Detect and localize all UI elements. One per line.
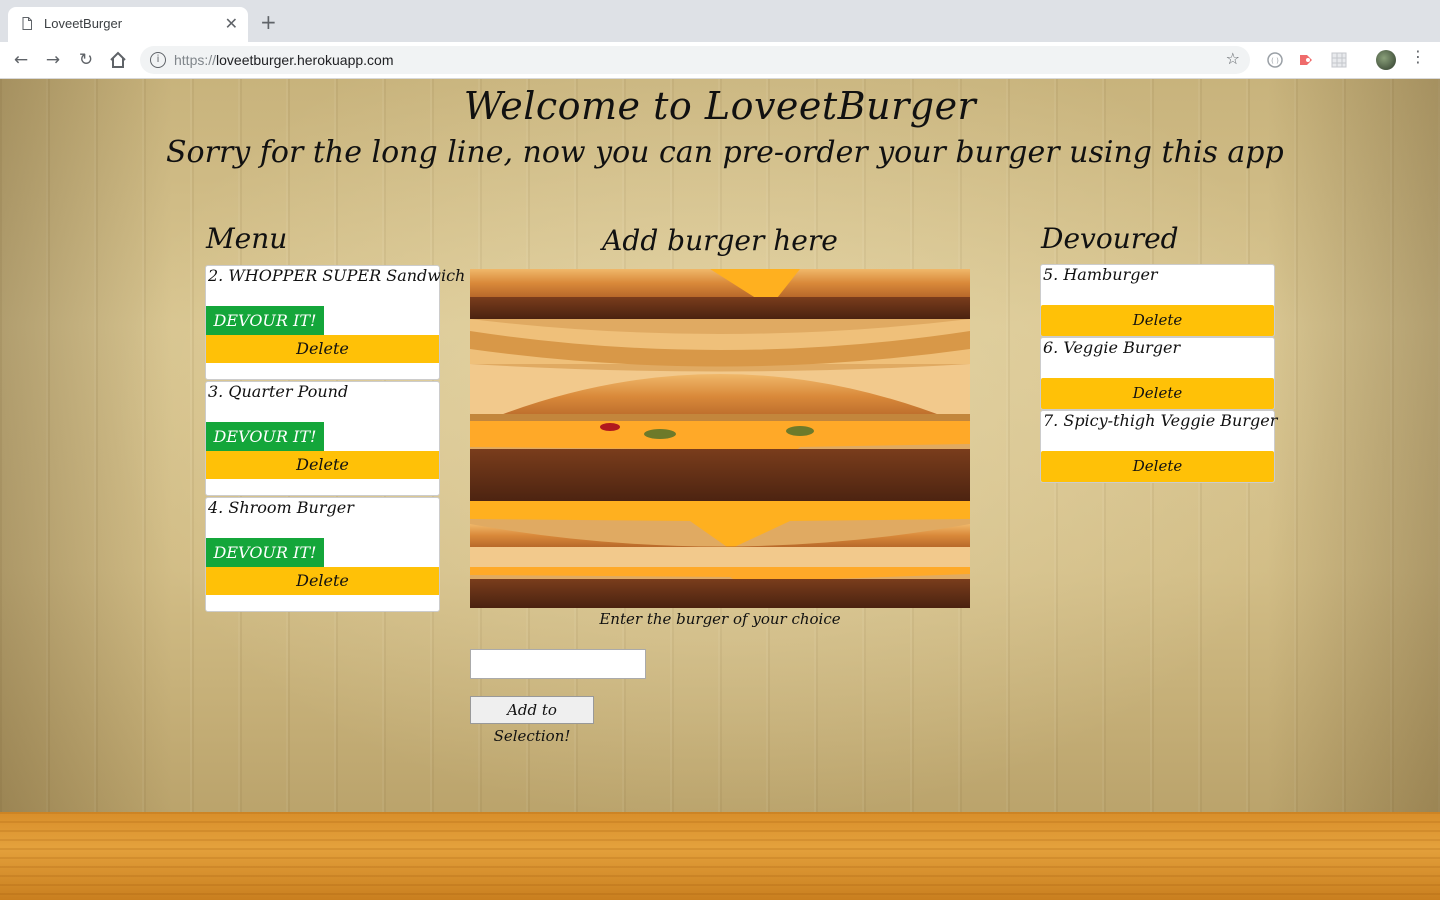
menu-item-card: 3. Quarter Pound DEVOUR IT! Delete xyxy=(205,381,440,496)
add-to-selection-button[interactable]: Add to Selection! xyxy=(470,696,594,745)
delete-button[interactable]: Delete xyxy=(206,335,439,363)
devoured-item-card: 6. Veggie Burger Delete xyxy=(1040,337,1275,410)
delete-button[interactable]: Delete xyxy=(206,451,439,479)
svg-text:( ): ( ) xyxy=(1271,57,1279,65)
more-menu-icon[interactable]: ⋮ xyxy=(1410,47,1426,66)
delete-button[interactable]: Delete xyxy=(1041,378,1274,409)
menu-item-name: 2. WHOPPER SUPER Sandwich xyxy=(208,266,466,285)
browser-tab[interactable]: LoveetBurger ✕ xyxy=(8,7,248,42)
delete-button[interactable]: Delete xyxy=(1041,305,1274,336)
delete-button[interactable]: Delete xyxy=(206,567,439,595)
devoured-list: 5. Hamburger Delete 6. Veggie Burger Del… xyxy=(1040,264,1278,483)
burger-name-input[interactable] xyxy=(470,649,646,679)
devoured-item-name: 7. Spicy-thigh Veggie Burger xyxy=(1043,411,1278,430)
devour-button[interactable]: DEVOUR IT! xyxy=(206,422,324,451)
menu-heading: Menu xyxy=(206,222,288,255)
extension-icon[interactable]: ( ) xyxy=(1267,52,1283,68)
browser-tab-bar: LoveetBurger ✕ + xyxy=(0,0,1440,42)
address-bar[interactable]: i https://loveetburger.herokuapp.com ☆ xyxy=(140,46,1250,74)
menu-item-card: 4. Shroom Burger DEVOUR IT! Delete xyxy=(205,497,440,612)
grid-extension-icon[interactable] xyxy=(1331,52,1347,68)
home-icon[interactable] xyxy=(106,48,130,72)
forward-arrow-icon[interactable]: → xyxy=(41,48,65,72)
back-arrow-icon[interactable]: ← xyxy=(9,48,33,72)
menu-item-name: 3. Quarter Pound xyxy=(208,382,349,401)
devour-button[interactable]: DEVOUR IT! xyxy=(206,538,324,567)
devoured-item-card: 7. Spicy-thigh Veggie Burger Delete xyxy=(1040,410,1278,483)
tab-title: LoveetBurger xyxy=(44,16,123,31)
add-burger-heading: Add burger here xyxy=(602,224,838,257)
devour-button[interactable]: DEVOUR IT! xyxy=(206,306,324,335)
browser-toolbar: ← → ↻ i https://loveetburger.herokuapp.c… xyxy=(0,42,1440,79)
delete-button[interactable]: Delete xyxy=(1041,451,1274,482)
menu-list: 2. WHOPPER SUPER Sandwich DEVOUR IT! Del… xyxy=(205,265,465,613)
new-tab-button[interactable]: + xyxy=(260,10,277,34)
burger-illustration xyxy=(470,269,970,608)
bookmark-star-icon[interactable]: ☆ xyxy=(1226,49,1240,68)
url-scheme: https:// xyxy=(174,52,217,68)
page-subtitle: Sorry for the long line, now you can pre… xyxy=(166,135,1284,170)
profile-avatar[interactable] xyxy=(1376,50,1396,70)
url-text[interactable]: https://loveetburger.herokuapp.com xyxy=(174,52,393,68)
devoured-heading: Devoured xyxy=(1041,222,1179,255)
url-host: loveetburger.herokuapp.com xyxy=(216,52,394,68)
reload-icon[interactable]: ↻ xyxy=(74,48,98,72)
burger-prompt: Enter the burger of your choice xyxy=(599,610,841,628)
cast-extension-icon[interactable] xyxy=(1298,52,1314,68)
info-icon[interactable]: i xyxy=(150,52,166,68)
devoured-item-name: 5. Hamburger xyxy=(1043,265,1158,284)
page-background: Welcome to LoveetBurger Sorry for the lo… xyxy=(0,79,1440,900)
close-tab-icon[interactable]: ✕ xyxy=(225,14,238,33)
burger-image xyxy=(470,269,970,608)
page-icon xyxy=(22,17,32,30)
devoured-item-name: 6. Veggie Burger xyxy=(1043,338,1181,357)
devoured-item-card: 5. Hamburger Delete xyxy=(1040,264,1275,337)
wood-floor xyxy=(0,812,1440,900)
page-title: Welcome to LoveetBurger xyxy=(463,84,977,128)
menu-item-card: 2. WHOPPER SUPER Sandwich DEVOUR IT! Del… xyxy=(205,265,465,380)
menu-item-name: 4. Shroom Burger xyxy=(208,498,354,517)
